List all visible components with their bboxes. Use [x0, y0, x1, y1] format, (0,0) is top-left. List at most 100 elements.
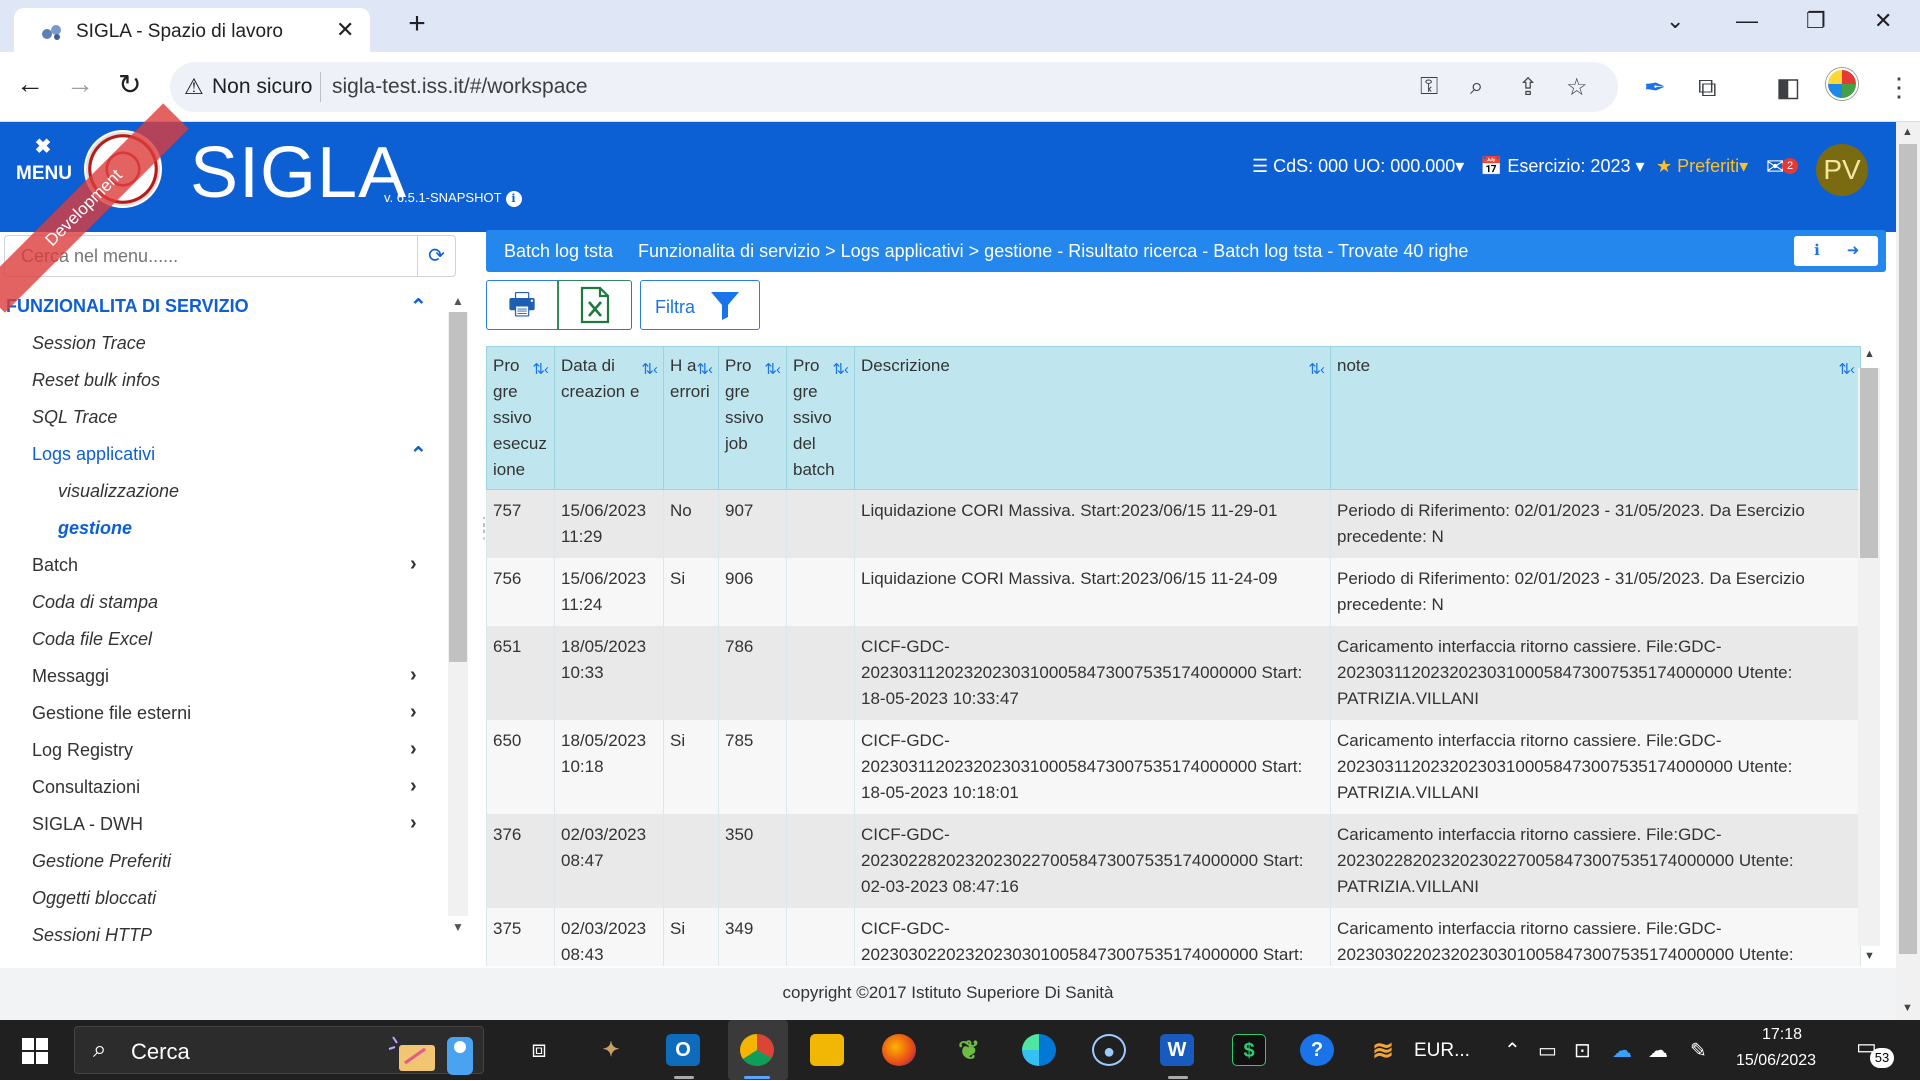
- tab-close-icon[interactable]: ✕: [336, 17, 354, 43]
- edge-icon[interactable]: [1022, 1034, 1056, 1066]
- column-header-progressivo-esecuzione[interactable]: Pro gre ssivo esecuz ione ⇅‹: [486, 346, 555, 490]
- sidebar-item-logs-applicativi[interactable]: Logs applicativi: [32, 444, 155, 465]
- sidebar-item-oggetti-bloccati[interactable]: Oggetti bloccati: [32, 888, 156, 909]
- browser-tab[interactable]: SIGLA - Spazio di lavoro ✕: [14, 8, 370, 52]
- taskbar-search[interactable]: ⌕ Cerca: [74, 1026, 484, 1075]
- currency-widget-icon[interactable]: ≋: [1366, 1034, 1400, 1066]
- restore-icon[interactable]: ❐: [1806, 8, 1826, 34]
- sidebar-item-coda-file-excel[interactable]: Coda file Excel: [32, 629, 152, 650]
- table-scrollbar[interactable]: ▲ ▼: [1858, 346, 1880, 966]
- chevron-up-icon[interactable]: ⌃: [410, 294, 427, 319]
- table-row[interactable]: 757 15/06/2023 11:29 No 907 Liquidazione…: [486, 489, 1861, 558]
- chevron-right-icon[interactable]: ›: [410, 812, 417, 835]
- scroll-up-icon[interactable]: ▲: [1902, 126, 1913, 138]
- clock-time[interactable]: 17:18: [1762, 1026, 1802, 1044]
- page-scrollbar[interactable]: ▲ ▼: [1896, 122, 1920, 1020]
- network-icon[interactable]: ⊡: [1574, 1038, 1591, 1063]
- scroll-up-icon[interactable]: ▲: [452, 294, 464, 308]
- chevron-right-icon[interactable]: ›: [410, 775, 417, 798]
- table-scroll-track[interactable]: [1858, 368, 1880, 946]
- column-header-progressivo-batch[interactable]: Pro gre ssivo del batch ⇅‹: [786, 346, 855, 490]
- share-icon[interactable]: ⇪: [1518, 73, 1538, 102]
- browser-menu-icon[interactable]: ⋮: [1886, 72, 1912, 103]
- table-row[interactable]: 650 18/05/2023 10:18 Si 785 CICF-GDC-202…: [486, 720, 1861, 814]
- sidebar-item-batch[interactable]: Batch: [32, 555, 78, 576]
- table-row[interactable]: 375 02/03/2023 08:43 Si 349 CICF-GDC-202…: [486, 908, 1861, 966]
- sidebar-item-visualizzazione[interactable]: visualizzazione: [58, 481, 179, 502]
- refresh-icon[interactable]: ⟳: [417, 236, 455, 276]
- scroll-up-icon[interactable]: ▲: [1864, 348, 1875, 360]
- user-avatar[interactable]: PV: [1816, 144, 1868, 196]
- scroll-down-icon[interactable]: ▼: [1864, 950, 1875, 962]
- page-scroll-thumb[interactable]: [1899, 144, 1917, 954]
- print-button[interactable]: 🖶: [486, 280, 558, 330]
- sidebar-item-reset-bulk-infos[interactable]: Reset bulk infos: [32, 370, 160, 391]
- sidebar-item-coda-di-stampa[interactable]: Coda di stampa: [32, 592, 158, 613]
- sidebar-item-session-trace[interactable]: Session Trace: [32, 333, 146, 354]
- security-label[interactable]: Non sicuro: [212, 75, 312, 99]
- sidebar-item-gestione-preferiti[interactable]: Gestione Preferiti: [32, 851, 171, 872]
- column-header-progressivo-job[interactable]: Pro gre ssivo job ⇅‹: [718, 346, 787, 490]
- esercizio-selector[interactable]: 📅 Esercizio: 2023 ▾: [1480, 156, 1645, 177]
- sort-icon[interactable]: ⇅‹: [696, 357, 713, 383]
- filter-button[interactable]: Filtra: [640, 280, 760, 330]
- notification-center[interactable]: ▭ 53: [1854, 1034, 1894, 1070]
- breadcrumb-current-page[interactable]: Batch log tsta: [504, 241, 613, 262]
- sort-icon[interactable]: ⇅‹: [1308, 357, 1325, 383]
- chevron-right-icon[interactable]: ›: [410, 701, 417, 724]
- sort-icon[interactable]: ⇅‹: [1838, 357, 1855, 383]
- pen-icon[interactable]: ✎: [1690, 1038, 1707, 1063]
- table-row[interactable]: 376 02/03/2023 08:47 350 CICF-GDC-202302…: [486, 814, 1861, 908]
- table-row[interactable]: 756 15/06/2023 11:24 Si 906 Liquidazione…: [486, 558, 1861, 626]
- drive-icon[interactable]: ▭: [1538, 1038, 1557, 1063]
- sort-icon[interactable]: ⇅‹: [641, 357, 658, 383]
- column-header-descrizione[interactable]: Descrizione ⇅‹: [854, 346, 1331, 490]
- column-header-note[interactable]: note ⇅‹: [1330, 346, 1861, 490]
- tray-overflow-chevron-icon[interactable]: ⌃: [1504, 1038, 1521, 1063]
- sidebar-scroll-thumb[interactable]: [449, 312, 467, 662]
- table-row[interactable]: 651 18/05/2023 10:33 786 CICF-GDC-202303…: [486, 626, 1861, 720]
- info-icon[interactable]: ℹ: [1806, 240, 1828, 262]
- address-bar[interactable]: ⚠ Non sicuro sigla-test.iss.it/#/workspa…: [170, 62, 1618, 112]
- sidebar-item-sigla-dwh[interactable]: SIGLA - DWH: [32, 814, 143, 835]
- sidebar-item-sql-trace[interactable]: SQL Trace: [32, 407, 117, 428]
- sort-icon[interactable]: ⇅‹: [532, 357, 549, 383]
- finance-app-icon[interactable]: $: [1232, 1034, 1266, 1066]
- tab-search-icon[interactable]: ⌄: [1666, 8, 1684, 34]
- sort-icon[interactable]: ⇅‹: [832, 357, 849, 383]
- warning-icon[interactable]: ⚠: [184, 74, 204, 100]
- windows-start-icon[interactable]: [22, 1038, 48, 1064]
- table-scroll-thumb[interactable]: [1860, 368, 1878, 558]
- scroll-down-icon[interactable]: ▼: [1902, 1002, 1913, 1014]
- sidebar-scroll-track[interactable]: [448, 312, 468, 916]
- file-explorer-icon[interactable]: [810, 1034, 844, 1066]
- column-header-ha-errori[interactable]: H a errori ⇅‹: [663, 346, 719, 490]
- clock-date[interactable]: 15/06/2023: [1736, 1052, 1816, 1070]
- excel-export-button[interactable]: [558, 280, 632, 330]
- version-info-icon[interactable]: i: [505, 191, 522, 207]
- onedrive-personal-icon[interactable]: ☁: [1648, 1038, 1668, 1063]
- firefox-icon[interactable]: [882, 1034, 916, 1066]
- help-icon[interactable]: ?: [1300, 1034, 1334, 1066]
- currency-widget-label[interactable]: EUR...: [1414, 1040, 1470, 1062]
- sidebar-item-sessioni-http[interactable]: Sessioni HTTP: [32, 925, 152, 946]
- forward-icon[interactable]: →: [66, 68, 94, 100]
- zoom-icon[interactable]: ⌕: [1470, 73, 1483, 101]
- reload-icon[interactable]: ↻: [118, 68, 141, 101]
- chevron-up-icon[interactable]: ⌃: [410, 442, 427, 467]
- minimize-icon[interactable]: —: [1736, 8, 1758, 34]
- extension-feather-icon[interactable]: ✒: [1644, 72, 1666, 103]
- chrome-icon[interactable]: [740, 1034, 774, 1066]
- sidebar-item-gestione-file-esterni[interactable]: Gestione file esterni: [32, 703, 191, 724]
- close-window-icon[interactable]: ✕: [1874, 8, 1892, 34]
- app-turtle-icon[interactable]: ✦: [594, 1034, 628, 1066]
- exit-icon[interactable]: ➜: [1842, 240, 1864, 262]
- preferiti-dropdown[interactable]: ★ Preferiti▾: [1656, 156, 1748, 177]
- task-view-icon[interactable]: ⧈: [522, 1034, 556, 1066]
- sidebar-item-gestione[interactable]: gestione: [58, 518, 132, 539]
- chevron-right-icon[interactable]: ›: [410, 664, 417, 687]
- word-icon[interactable]: W: [1160, 1034, 1194, 1066]
- key-icon[interactable]: ⚿: [1420, 73, 1438, 101]
- chevron-right-icon[interactable]: ›: [410, 738, 417, 761]
- outlook-icon[interactable]: O: [666, 1034, 700, 1066]
